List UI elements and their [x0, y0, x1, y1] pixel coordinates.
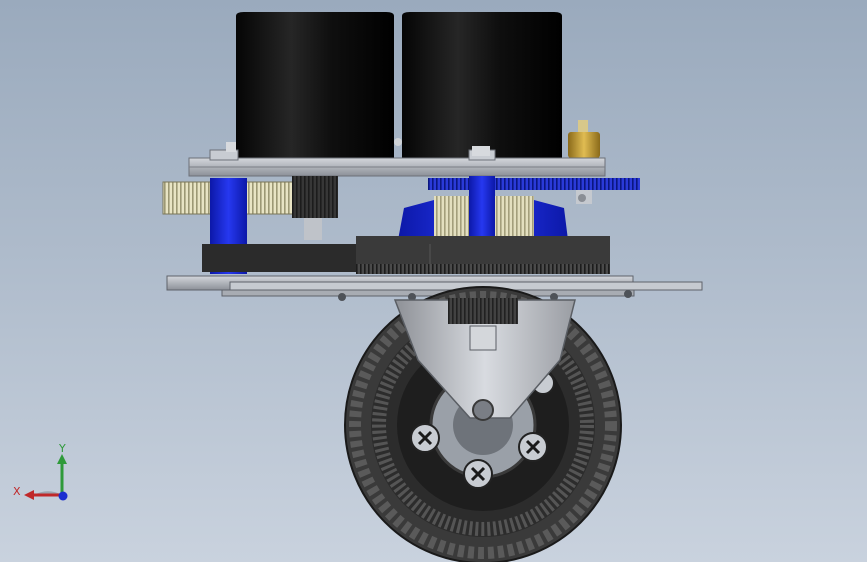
- drive-gear-left[interactable]: [162, 176, 338, 240]
- coordinate-triad: Y X: [10, 440, 80, 510]
- motor-left[interactable]: [236, 12, 394, 160]
- caster-assembly-model[interactable]: [0, 0, 867, 562]
- triad-x-label: X: [13, 485, 21, 498]
- slew-bearing[interactable]: [202, 236, 610, 274]
- motor-gap-screw: [394, 138, 402, 146]
- triad-y-label: Y: [59, 442, 66, 455]
- cad-viewport[interactable]: Y X: [0, 0, 867, 562]
- brass-connector[interactable]: [568, 120, 600, 158]
- triad-axes-icon: [24, 454, 68, 501]
- motor-right[interactable]: [402, 12, 562, 160]
